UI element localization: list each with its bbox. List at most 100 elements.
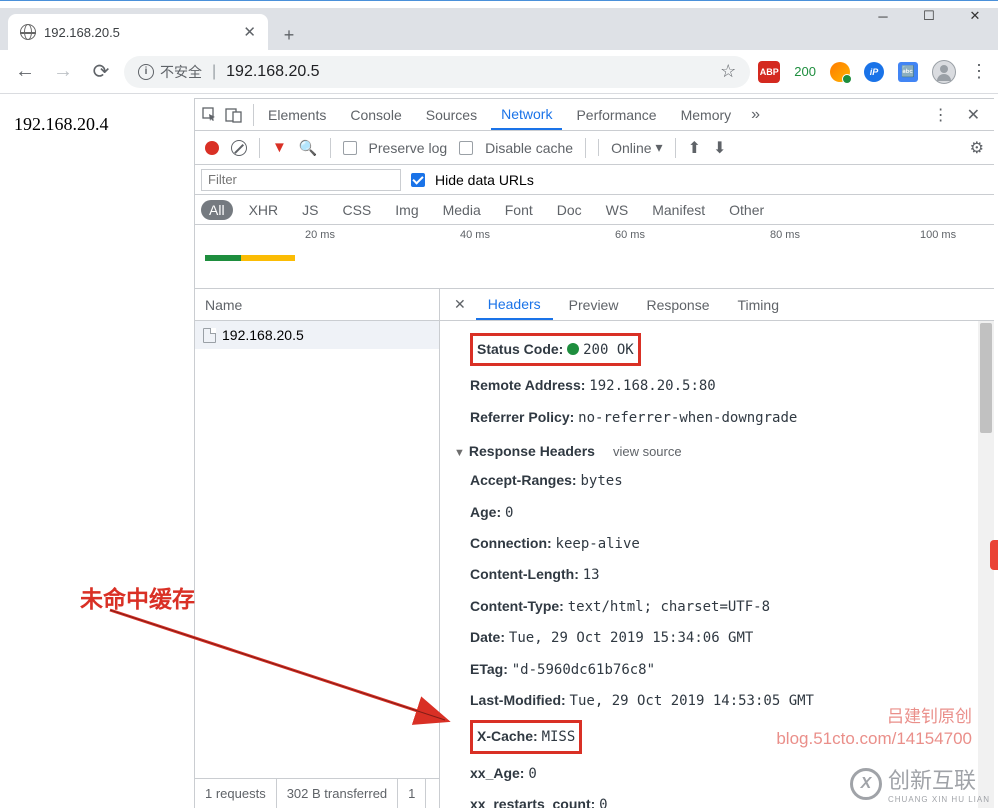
- device-toolbar-icon[interactable]: [225, 106, 243, 124]
- abp-extension-icon[interactable]: ABP: [758, 61, 780, 83]
- filter-media[interactable]: Media: [435, 200, 489, 220]
- window-controls: ─ ☐ ✕: [860, 0, 998, 40]
- filter-all[interactable]: All: [201, 200, 233, 220]
- disable-cache-label: Disable cache: [485, 140, 573, 156]
- close-details-icon[interactable]: ✕: [448, 296, 472, 313]
- translate-extension-icon[interactable]: 🔤: [898, 62, 918, 82]
- tab-memory[interactable]: Memory: [671, 99, 742, 130]
- timeline-tick: 80 ms: [770, 229, 800, 241]
- site-security-chip[interactable]: i 不安全: [138, 62, 202, 82]
- record-button[interactable]: [205, 141, 219, 155]
- page-content: 192.168.20.4: [14, 114, 109, 135]
- separator: |: [212, 63, 216, 81]
- tab-response[interactable]: Response: [634, 289, 721, 320]
- clear-button[interactable]: [231, 140, 247, 156]
- inspect-element-icon[interactable]: [201, 106, 219, 124]
- preserve-log-label: Preserve log: [369, 140, 448, 156]
- tab-elements[interactable]: Elements: [258, 99, 336, 130]
- timeline-tick: 20 ms: [305, 229, 335, 241]
- minimize-button[interactable]: ─: [860, 0, 906, 32]
- request-list: Name 192.168.20.5 1 requests 302 B trans…: [195, 289, 440, 808]
- file-icon: [203, 328, 216, 343]
- filter-xhr[interactable]: XHR: [241, 200, 287, 220]
- tab-title: 192.168.20.5: [44, 25, 235, 40]
- download-har-icon[interactable]: ⬇: [713, 138, 726, 158]
- watermark-author: 吕建钊原创 blog.51cto.com/14154700: [776, 706, 972, 750]
- maximize-button[interactable]: ☐: [906, 0, 952, 32]
- ip-extension-icon[interactable]: iP: [864, 62, 884, 82]
- request-row[interactable]: 192.168.20.5: [195, 321, 439, 349]
- tab-preview[interactable]: Preview: [557, 289, 631, 320]
- filter-font[interactable]: Font: [497, 200, 541, 220]
- filter-bar: Hide data URLs: [195, 165, 994, 195]
- address-bar[interactable]: i 不安全 | 192.168.20.5 ☆: [124, 56, 750, 88]
- info-icon: i: [138, 64, 154, 80]
- browser-toolbar: ← → ⟳ i 不安全 | 192.168.20.5 ☆ ABP 200 iP …: [0, 50, 998, 94]
- hide-data-urls-label: Hide data URLs: [435, 172, 534, 188]
- preserve-log-checkbox[interactable]: [343, 141, 357, 155]
- response-headers-section[interactable]: ▼Response Headers view source: [454, 433, 970, 465]
- transferred-size: 302 B transferred: [277, 779, 398, 808]
- browser-menu-icon[interactable]: ⋮: [970, 61, 988, 82]
- devtools-tab-bar: Elements Console Sources Network Perform…: [195, 99, 994, 131]
- tab-performance[interactable]: Performance: [566, 99, 666, 130]
- hide-data-urls-checkbox[interactable]: [411, 173, 425, 187]
- tab-strip: 192.168.20.5 ✕ +: [0, 8, 998, 50]
- view-source-link[interactable]: view source: [613, 444, 682, 459]
- filter-manifest[interactable]: Manifest: [644, 200, 713, 220]
- insecure-label: 不安全: [160, 62, 202, 82]
- upload-har-icon[interactable]: ⬆: [688, 138, 701, 158]
- xcache-highlight: X-Cache: MISS: [470, 720, 582, 753]
- close-devtools-icon[interactable]: ✕: [959, 105, 988, 125]
- filter-other[interactable]: Other: [721, 200, 772, 220]
- status-highlight: Status Code: 200 OK: [470, 333, 641, 366]
- status-code-label: Status Code:: [477, 341, 563, 357]
- back-button[interactable]: ←: [10, 57, 40, 87]
- close-window-button[interactable]: ✕: [952, 0, 998, 32]
- tab-console[interactable]: Console: [340, 99, 411, 130]
- search-icon[interactable]: 🔍: [299, 139, 318, 157]
- watermark-brand: X 创新互联 CHUANG XIN HU LIAN: [850, 763, 990, 804]
- network-toolbar: ▼ 🔍 Preserve log Disable cache Online ▾ …: [195, 131, 994, 165]
- tab-sources[interactable]: Sources: [416, 99, 487, 130]
- tab-timing[interactable]: Timing: [726, 289, 792, 320]
- request-list-footer: 1 requests 302 B transferred 1: [195, 778, 439, 808]
- avast-extension-icon[interactable]: [830, 62, 850, 82]
- devtools-menu-icon[interactable]: ⋮: [927, 105, 955, 125]
- filter-toggle-icon[interactable]: ▼: [272, 139, 287, 156]
- browser-tab[interactable]: 192.168.20.5 ✕: [8, 14, 268, 50]
- tab-headers[interactable]: Headers: [476, 289, 553, 320]
- timeline-tick: 60 ms: [615, 229, 645, 241]
- request-list-header[interactable]: Name: [195, 289, 439, 321]
- filter-ws[interactable]: WS: [598, 200, 637, 220]
- status-badge[interactable]: 200: [794, 64, 816, 79]
- waterfall-overview[interactable]: 20 ms 40 ms 60 ms 80 ms 100 ms: [195, 225, 994, 289]
- filter-css[interactable]: CSS: [334, 200, 379, 220]
- dropdown-icon: ▾: [656, 139, 663, 156]
- filter-img[interactable]: Img: [387, 200, 426, 220]
- tab-network[interactable]: Network: [491, 99, 562, 130]
- resource-type-filters: All XHR JS CSS Img Media Font Doc WS Man…: [195, 195, 994, 225]
- filter-js[interactable]: JS: [294, 200, 326, 220]
- timeline-request-bar: [205, 255, 295, 261]
- status-dot-icon: [567, 343, 579, 355]
- close-tab-icon[interactable]: ✕: [243, 23, 256, 41]
- network-settings-icon[interactable]: ⚙: [970, 138, 984, 158]
- profile-avatar-icon[interactable]: [932, 60, 956, 84]
- disable-cache-checkbox[interactable]: [459, 141, 473, 155]
- filter-input[interactable]: [201, 169, 401, 191]
- bookmark-star-icon[interactable]: ☆: [720, 61, 736, 82]
- timeline-tick: 100 ms: [920, 229, 956, 241]
- new-tab-button[interactable]: +: [274, 20, 304, 50]
- annotation-text: 未命中缓存: [80, 580, 195, 614]
- filter-doc[interactable]: Doc: [549, 200, 590, 220]
- throttling-select[interactable]: Online ▾: [598, 139, 663, 156]
- status-code-value: 200 OK: [583, 342, 634, 358]
- timeline-tick: 40 ms: [460, 229, 490, 241]
- reload-button[interactable]: ⟳: [86, 57, 116, 87]
- request-name: 192.168.20.5: [222, 327, 304, 343]
- url-text: 192.168.20.5: [226, 63, 710, 81]
- forward-button[interactable]: →: [48, 57, 78, 87]
- side-feedback-tab[interactable]: [990, 540, 998, 570]
- more-tabs-icon[interactable]: »: [745, 106, 766, 124]
